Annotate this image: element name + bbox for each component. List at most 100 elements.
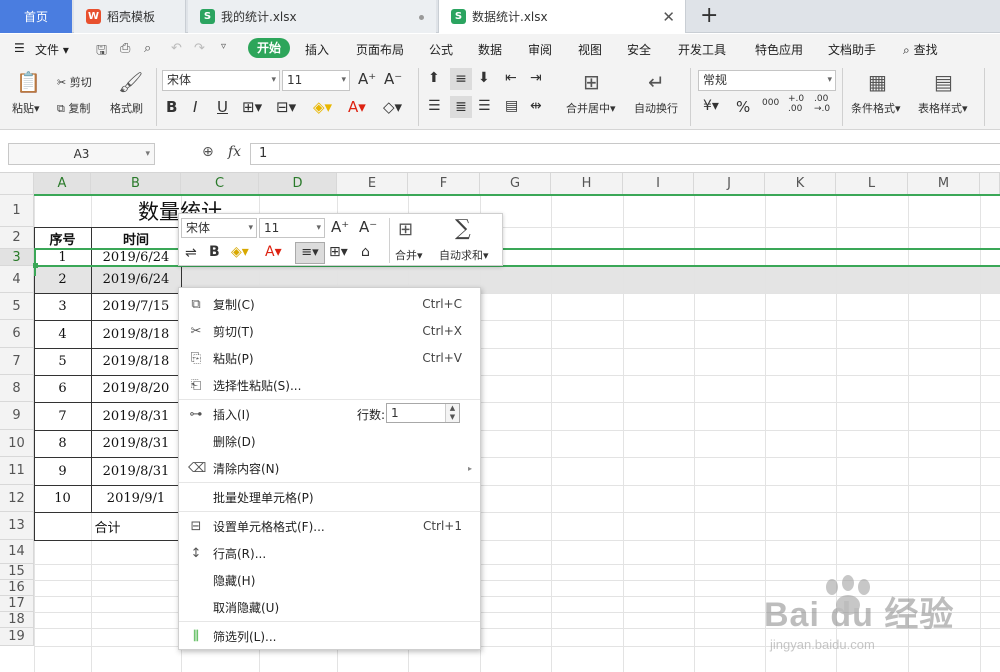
select-all-corner[interactable] xyxy=(0,173,34,195)
tab-docer-templates[interactable]: W 稻壳模板 xyxy=(74,0,186,33)
mini-autosum-button[interactable]: 自动求和▾ xyxy=(439,247,489,263)
increase-font-icon[interactable]: A⁺ xyxy=(358,70,376,88)
fill-color-icon[interactable]: ◈▾ xyxy=(313,98,332,116)
cell-no[interactable]: 6 xyxy=(34,375,91,402)
fx-icon[interactable]: fx xyxy=(228,144,241,160)
mini-format-painter-icon[interactable]: ⌂ xyxy=(361,244,370,260)
ctx-paste-special[interactable]: ⎗ 选择性粘贴(S)... xyxy=(179,372,480,398)
paste-button[interactable]: 粘贴▾ xyxy=(12,100,40,116)
cell-no[interactable]: 2 xyxy=(34,266,91,293)
menu-start[interactable]: 开始 xyxy=(248,38,290,58)
ctx-clear[interactable]: ⌫ 清除内容(N) ▸ xyxy=(179,455,480,481)
menu-data[interactable]: 数据 xyxy=(478,41,502,58)
cell-no[interactable]: 3 xyxy=(34,293,91,320)
cut-button[interactable]: ✂ 剪切 xyxy=(57,74,92,90)
font-color-icon[interactable]: A▾ xyxy=(348,98,366,116)
increase-decimal-button[interactable]: +.0.00 xyxy=(788,94,804,114)
ctx-paste[interactable]: ⎘ 粘贴(P) Ctrl+V xyxy=(179,345,480,371)
cell-no[interactable]: 8 xyxy=(34,430,91,457)
fill-handle[interactable] xyxy=(33,263,38,268)
row-header[interactable]: 5 xyxy=(0,293,34,320)
align-center-icon[interactable]: ≣ xyxy=(450,96,472,118)
cell-date[interactable]: 2019/8/20 xyxy=(91,375,181,402)
underline-icon[interactable]: U xyxy=(217,98,228,116)
row-header[interactable]: 13 xyxy=(0,512,34,540)
cell-date[interactable]: 2019/6/24 xyxy=(91,266,181,293)
mini-decrease-font-icon[interactable]: A⁻ xyxy=(359,218,377,236)
name-box[interactable]: A3 xyxy=(8,143,155,165)
mini-size-select[interactable]: 11 xyxy=(259,218,325,238)
column-header[interactable]: A xyxy=(34,173,91,195)
column-header[interactable]: B xyxy=(91,173,181,195)
row-header[interactable]: 18 xyxy=(0,612,34,628)
row-header[interactable]: 10 xyxy=(0,430,34,457)
column-header[interactable]: K xyxy=(765,173,836,195)
row-header[interactable]: 8 xyxy=(0,375,34,402)
column-header[interactable]: H xyxy=(551,173,623,195)
decrease-font-icon[interactable]: A⁻ xyxy=(384,70,402,88)
row-header[interactable]: 2 xyxy=(0,227,34,249)
percent-button[interactable]: % xyxy=(736,98,750,116)
indent-decrease-icon[interactable]: ⇤ xyxy=(505,70,517,86)
merge-center-icon[interactable]: ⊞ xyxy=(583,70,600,94)
conditional-format-icon[interactable]: ▦ xyxy=(868,70,887,94)
mini-align-center-icon[interactable]: ≡▾ xyxy=(295,242,325,264)
row-header[interactable]: 17 xyxy=(0,596,34,612)
rows-spinner[interactable]: ▲ ▼ xyxy=(445,404,459,422)
rows-count-input[interactable]: 1 ▲ ▼ xyxy=(386,403,460,423)
cell-date[interactable]: 2019/8/31 xyxy=(91,402,181,430)
distribute-icon[interactable]: ⇹ xyxy=(530,98,542,114)
mini-wrap-icon[interactable]: ⇌ xyxy=(185,245,197,261)
mini-bold-icon[interactable]: B xyxy=(209,244,220,260)
save-icon[interactable]: 🖫 xyxy=(96,41,107,63)
row-header[interactable]: 11 xyxy=(0,457,34,485)
merge-center-button[interactable]: 合并居中▾ xyxy=(566,100,616,116)
redo-icon[interactable]: ↷ xyxy=(194,41,205,56)
column-header[interactable]: J xyxy=(694,173,765,195)
formula-input[interactable]: 1 xyxy=(250,143,1000,165)
sigma-icon[interactable]: ∑ xyxy=(455,216,471,241)
border-icon[interactable]: ⊞▾ xyxy=(242,98,262,116)
indent-increase-icon[interactable]: ⇥ xyxy=(530,70,542,86)
cell-no[interactable]: 5 xyxy=(34,348,91,375)
table-style-icon[interactable]: ▤ xyxy=(934,70,953,94)
column-header[interactable]: I xyxy=(623,173,694,195)
wrap-text-icon[interactable]: ↵ xyxy=(648,70,665,94)
align-left-icon[interactable]: ☰ xyxy=(428,98,441,114)
row-header[interactable]: 3 xyxy=(0,249,34,266)
row-header[interactable]: 4 xyxy=(0,266,34,293)
spin-up-icon[interactable]: ▲ xyxy=(450,404,455,412)
mini-fill-icon[interactable]: ◈▾ xyxy=(231,244,249,260)
column-header[interactable]: L xyxy=(836,173,908,195)
cell-no[interactable]: 4 xyxy=(34,320,91,348)
paste-icon[interactable]: 📋 xyxy=(16,70,41,94)
cell-date[interactable]: 2019/9/1 xyxy=(91,485,181,512)
print-preview-icon[interactable]: ⌕ xyxy=(144,41,151,56)
cell-date[interactable]: 2019/8/18 xyxy=(91,320,181,348)
wrap-text-button[interactable]: 自动换行 xyxy=(634,100,678,116)
column-header[interactable]: F xyxy=(408,173,480,195)
row-header[interactable]: 12 xyxy=(0,485,34,512)
conditional-format-button[interactable]: 条件格式▾ xyxy=(851,100,901,116)
row-header[interactable]: 16 xyxy=(0,580,34,596)
close-icon[interactable]: ✕ xyxy=(662,8,675,26)
ctx-unhide[interactable]: 取消隐藏(U) xyxy=(179,594,480,620)
menu-dev-tools[interactable]: 开发工具 xyxy=(678,41,726,58)
cell-date[interactable]: 2019/8/31 xyxy=(91,457,181,485)
column-header[interactable]: C xyxy=(181,173,259,195)
row-header[interactable]: 9 xyxy=(0,402,34,430)
cell-date[interactable]: 2019/7/15 xyxy=(91,293,181,320)
customize-icon[interactable]: ▿ xyxy=(221,41,226,52)
format-painter-icon[interactable]: 🖌 xyxy=(118,70,143,94)
spin-down-icon[interactable]: ▼ xyxy=(450,413,455,421)
table-style-button[interactable]: 表格样式▾ xyxy=(918,100,968,116)
decrease-decimal-button[interactable]: .00 →.0 xyxy=(814,94,830,114)
hamburger-icon[interactable]: ☰ xyxy=(14,41,25,55)
ctx-format-cells[interactable]: ⊟ 设置单元格格式(F)... Ctrl+1 xyxy=(179,513,480,539)
column-header[interactable]: M xyxy=(908,173,980,195)
menu-security[interactable]: 安全 xyxy=(627,41,651,58)
number-format-select[interactable]: 常规 xyxy=(698,70,836,91)
column-header[interactable]: E xyxy=(337,173,408,195)
new-tab-icon[interactable]: + xyxy=(700,3,718,28)
tab-data-stats[interactable]: S 数据统计.xlsx ✕ xyxy=(438,0,686,33)
